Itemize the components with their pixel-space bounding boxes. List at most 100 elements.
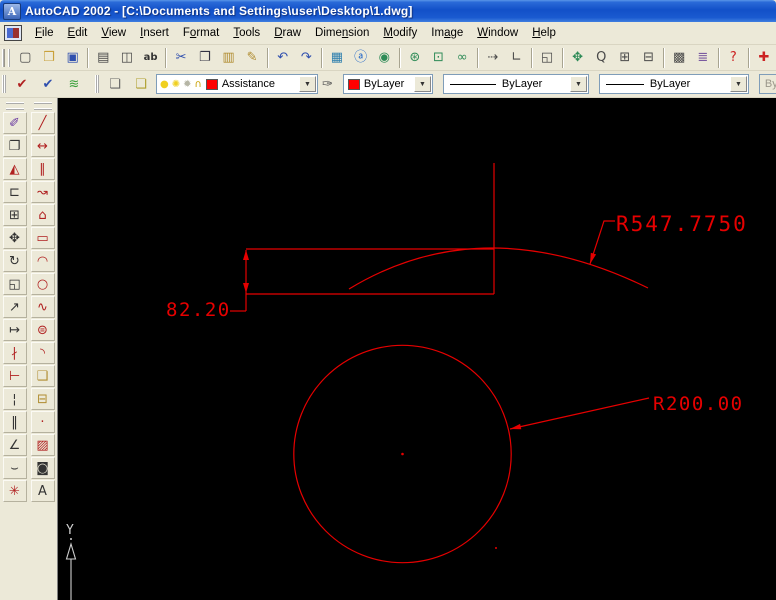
chamfer-button[interactable]: ∠: [2, 434, 27, 456]
circle-radius-dimension[interactable]: R200.00: [509, 393, 744, 430]
publish-to-web-button[interactable]: ⊛: [404, 46, 426, 69]
polyline-button[interactable]: ↝: [30, 181, 55, 203]
copy-button[interactable]: ❐: [194, 46, 216, 69]
cut-button[interactable]: ✂: [170, 46, 192, 69]
scale-button[interactable]: ◱: [2, 273, 27, 295]
insert-block-button[interactable]: ❑: [30, 365, 55, 387]
explode-button[interactable]: ✳: [2, 480, 27, 502]
layers-dialog-button[interactable]: ❏: [103, 73, 127, 96]
toolbar-grip[interactable]: [2, 48, 11, 67]
plot-button[interactable]: ▤: [92, 46, 114, 69]
arc-entity[interactable]: [348, 247, 649, 290]
rectangle-button[interactable]: ▭: [30, 227, 55, 249]
menu-image[interactable]: Image: [424, 24, 470, 42]
move-button[interactable]: ✥: [2, 227, 27, 249]
zoom-window-button[interactable]: ⊞: [614, 46, 636, 69]
drawing-canvas[interactable]: 82.20 R547.7750 R200.00 Y: [57, 98, 776, 600]
toolbar-grip[interactable]: [5, 102, 24, 110]
linetype-combo[interactable]: ByLayer ▼: [442, 74, 589, 94]
lineweight-combo[interactable]: ByLayer ▼: [598, 74, 749, 94]
redo-button[interactable]: ↷: [296, 46, 318, 69]
mirror-button[interactable]: ◭: [2, 158, 27, 180]
layer-match-button[interactable]: ✔: [36, 73, 60, 96]
erase-button[interactable]: ✐: [2, 112, 27, 134]
layer-freeze-icon[interactable]: ✺: [172, 79, 180, 90]
new-button[interactable]: ▢: [14, 46, 36, 69]
array-button[interactable]: ⊞: [2, 204, 27, 226]
find-and-replace-button[interactable]: ab: [140, 46, 162, 69]
rotate-button[interactable]: ↻: [2, 250, 27, 272]
make-object-layer-current-button[interactable]: ✔: [10, 73, 34, 96]
etransmit-button[interactable]: ⊡: [428, 46, 450, 69]
ellipse-button[interactable]: ⊜: [30, 319, 55, 341]
circle-button[interactable]: ○: [30, 273, 55, 295]
arc-radius-dimension[interactable]: R547.7750: [589, 212, 748, 265]
menu-tools[interactable]: Tools: [226, 24, 267, 42]
chevron-down-icon[interactable]: ▼: [729, 76, 747, 92]
layer-combo[interactable]: ● ✺ ✹ ∩ Assistance ▼: [156, 74, 318, 94]
chevron-down-icon[interactable]: ▼: [569, 76, 587, 92]
layer-previous-button[interactable]: ✑: [321, 73, 334, 96]
multiline-button[interactable]: ∥: [30, 158, 55, 180]
model-space[interactable]: 82.20 R547.7750 R200.00 Y: [58, 98, 776, 600]
extend-button[interactable]: ⊢: [2, 365, 27, 387]
lengthen-button[interactable]: ↦: [2, 319, 27, 341]
polygon-button[interactable]: ⌂: [30, 204, 55, 226]
meet-now-button[interactable]: ◉: [373, 46, 395, 69]
arc-radius-text[interactable]: R547.7750: [616, 212, 748, 236]
paste-button[interactable]: ▥: [218, 46, 240, 69]
point-button[interactable]: ·: [30, 411, 55, 433]
menu-edit[interactable]: Edit: [61, 24, 95, 42]
pan-realtime-button[interactable]: ✥: [567, 46, 589, 69]
circle-center-point[interactable]: [401, 452, 404, 456]
height-dimension[interactable]: 82.20: [166, 250, 249, 321]
fillet-button[interactable]: ⌣: [2, 457, 27, 479]
save-button[interactable]: ▣: [62, 46, 84, 69]
layer-vp-freeze-icon[interactable]: ✹: [183, 79, 191, 90]
stretch-button[interactable]: ↗: [2, 296, 27, 318]
layer-lock-icon[interactable]: ∩: [195, 79, 202, 90]
break-at-point-button[interactable]: ¦: [2, 388, 27, 410]
layer-manager-button[interactable]: ≋: [62, 73, 86, 96]
offset-button[interactable]: ⊏: [2, 181, 27, 203]
zoom-previous-button[interactable]: ⊟: [638, 46, 660, 69]
zoom-realtime-button[interactable]: Q: [590, 46, 612, 69]
menu-view[interactable]: View: [94, 24, 133, 42]
hatch-button[interactable]: ▨: [30, 434, 55, 456]
menu-format[interactable]: Format: [176, 24, 226, 42]
layer-states-button[interactable]: ❏: [129, 73, 153, 96]
break-button[interactable]: ‖: [2, 411, 27, 433]
line-button[interactable]: ╱: [30, 112, 55, 134]
point-a-button[interactable]: ⓐ: [350, 46, 372, 69]
chevron-down-icon[interactable]: ▼: [299, 76, 316, 92]
menu-draw[interactable]: Draw: [267, 24, 308, 42]
construction-line-button[interactable]: ↔: [30, 135, 55, 157]
autocad-app-icon[interactable]: A: [3, 2, 21, 20]
layer-on-icon[interactable]: ●: [160, 79, 169, 90]
trim-button[interactable]: ∤: [2, 342, 27, 364]
toolbar-grip[interactable]: [33, 102, 52, 110]
match-properties-button[interactable]: ✎: [241, 46, 263, 69]
ucs-button[interactable]: ∟: [506, 46, 528, 69]
chevron-down-icon[interactable]: ▼: [413, 76, 431, 92]
menu-window[interactable]: Window: [470, 24, 525, 42]
multiline-text-button[interactable]: A: [30, 480, 55, 502]
height-dim-text[interactable]: 82.20: [166, 299, 231, 321]
make-block-button[interactable]: ⊟: [30, 388, 55, 410]
document-control-icon[interactable]: [4, 25, 22, 41]
toolbar-grip[interactable]: [2, 75, 6, 93]
today-button[interactable]: ▦: [326, 46, 348, 69]
title-bar[interactable]: A AutoCAD 2002 - [C:\Documents and Setti…: [0, 0, 776, 22]
insert-hyperlink-button[interactable]: ∞: [451, 46, 473, 69]
properties-button[interactable]: ≣: [692, 46, 714, 69]
menu-dimension[interactable]: Dimension: [308, 24, 376, 42]
active-assistance-button[interactable]: ✚: [753, 46, 775, 69]
region-button[interactable]: ◙: [30, 457, 55, 479]
help-button[interactable]: ?: [723, 46, 745, 69]
menu-file[interactable]: File: [28, 24, 61, 42]
menu-modify[interactable]: Modify: [376, 24, 424, 42]
named-views-button[interactable]: ◱: [536, 46, 558, 69]
toolbar-grip[interactable]: [95, 75, 99, 93]
plot-preview-button[interactable]: ◫: [116, 46, 138, 69]
color-combo[interactable]: ByLayer ▼: [342, 74, 433, 94]
